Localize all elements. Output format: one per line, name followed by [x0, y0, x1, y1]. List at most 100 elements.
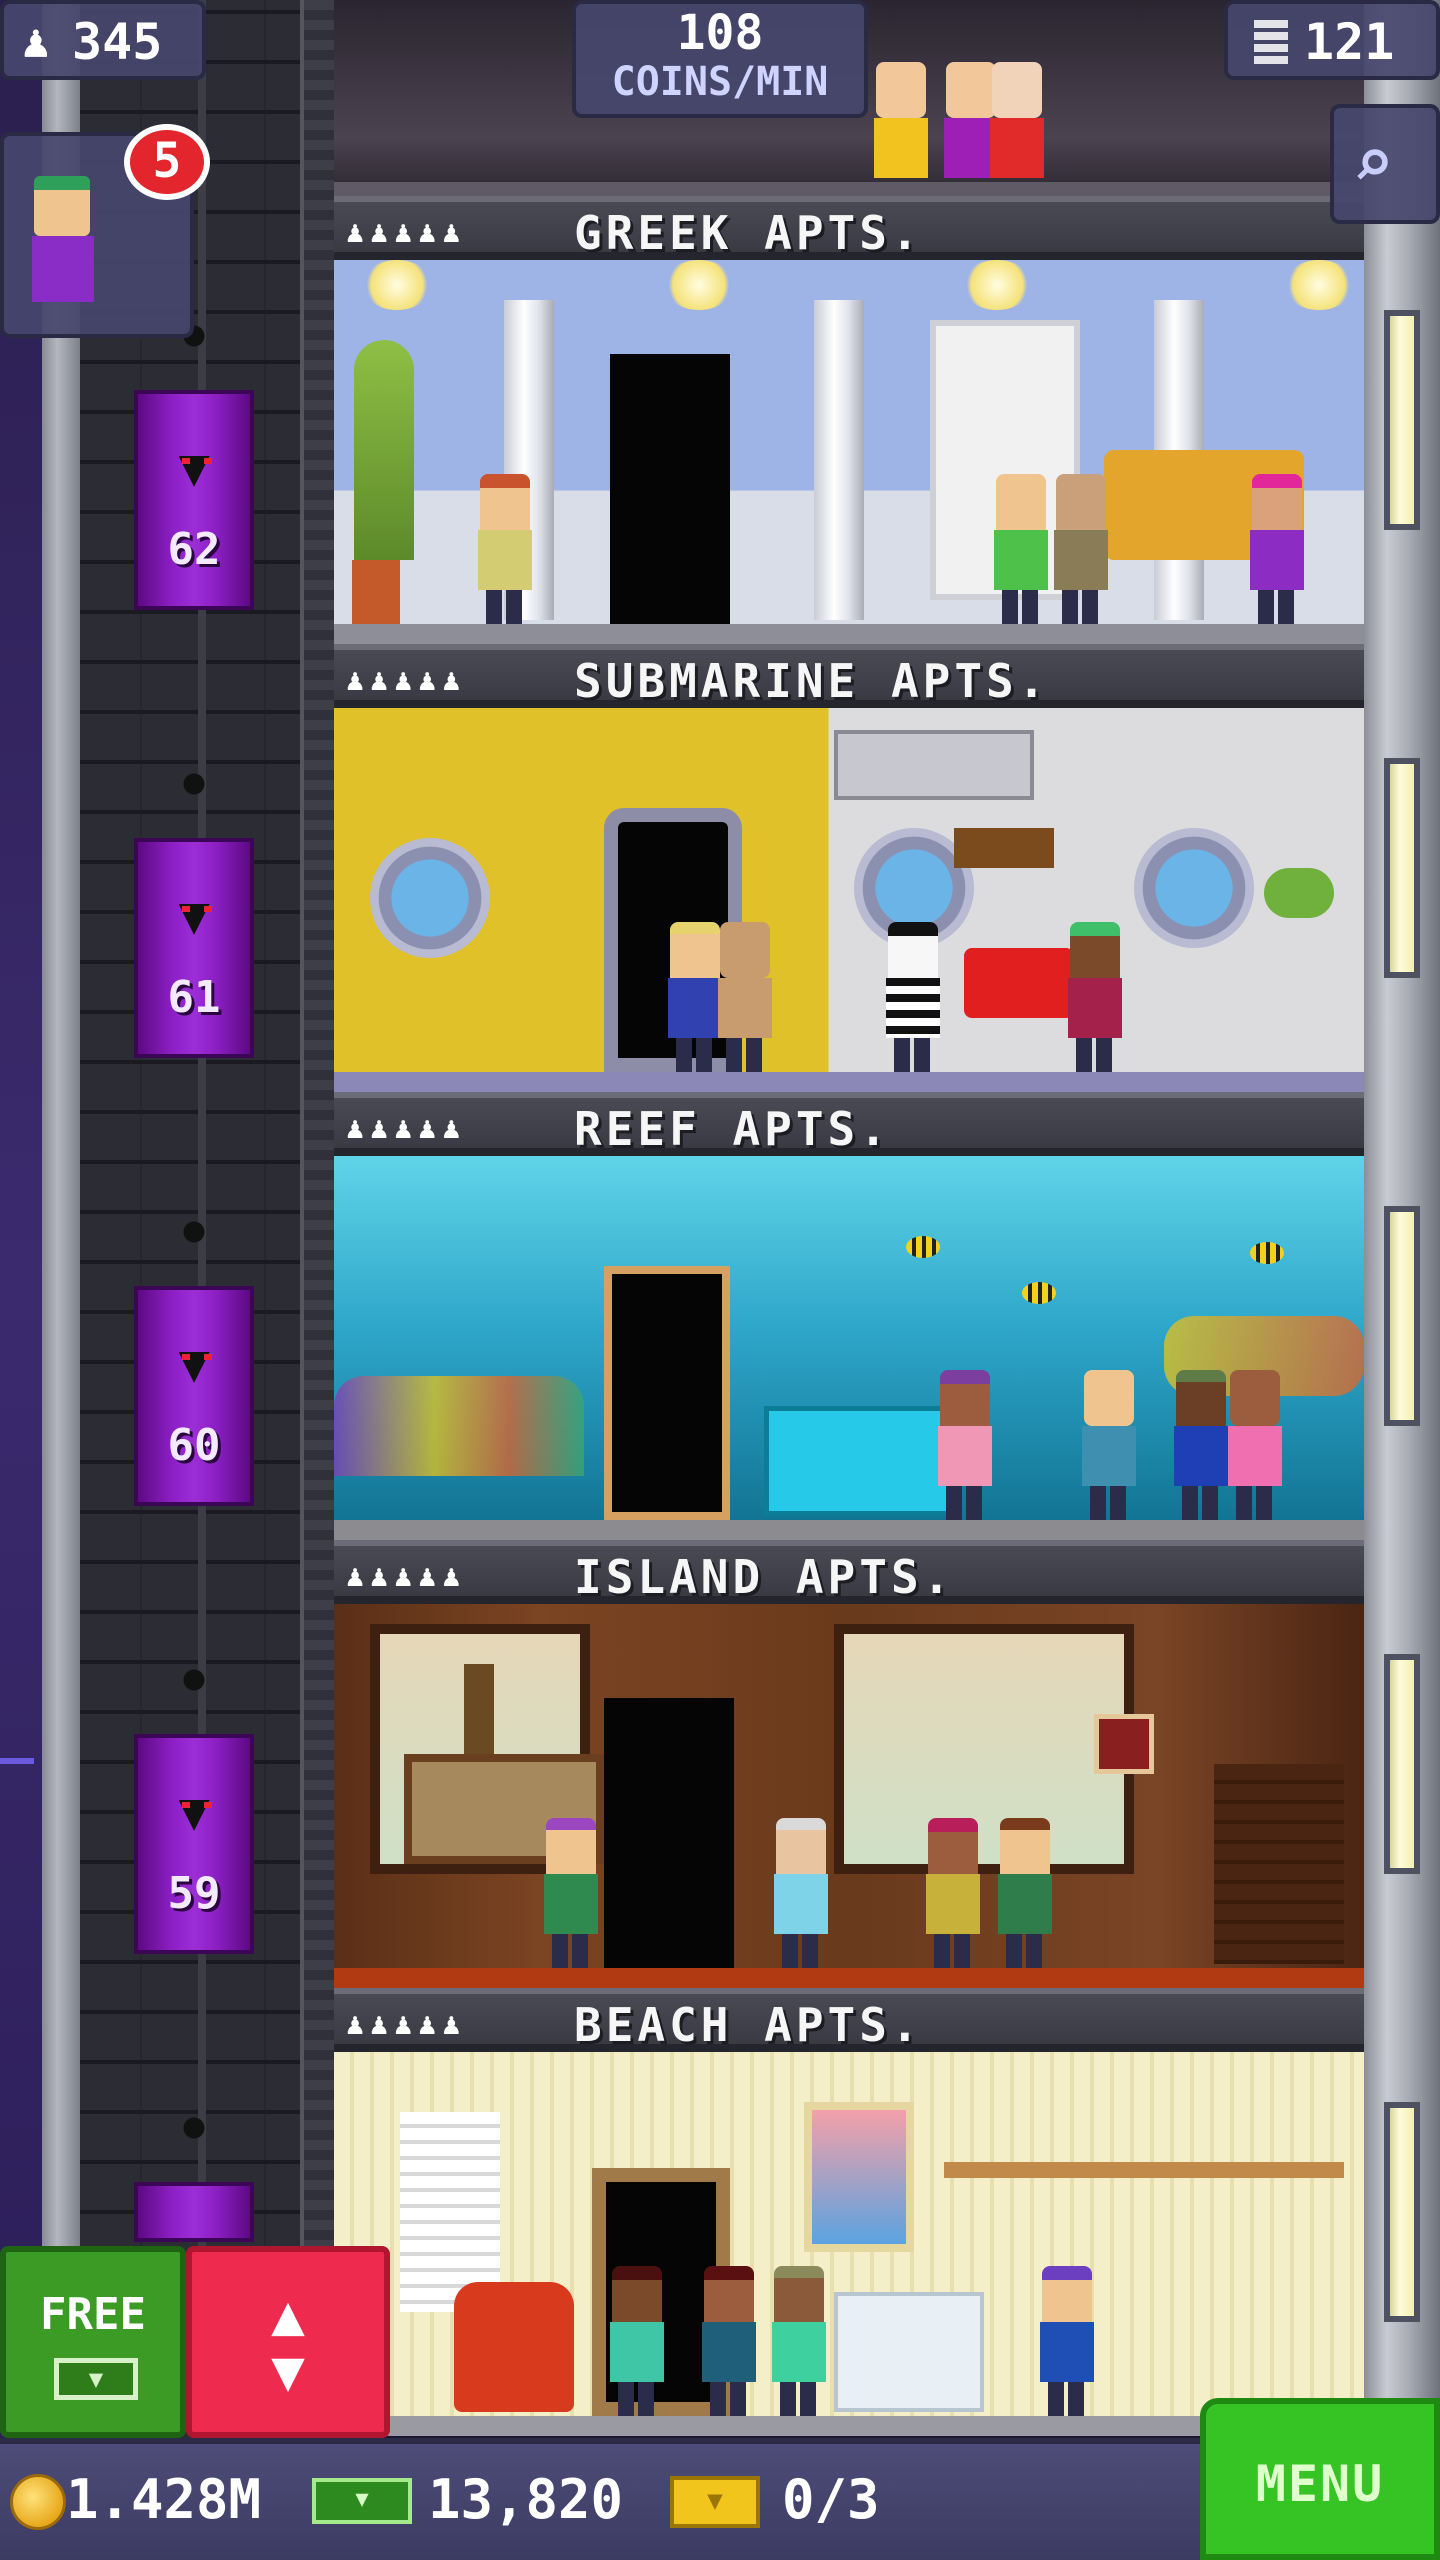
- wall-shelf: [954, 828, 1054, 868]
- shaft-lamp-icon: [178, 1216, 210, 1256]
- resident-head: [992, 62, 1042, 118]
- resident[interactable]: [994, 1818, 1054, 1968]
- resident[interactable]: [1078, 1370, 1138, 1520]
- star-rating-icon: ♟♟♟♟♟: [346, 2007, 467, 2042]
- resident-legs: [894, 1038, 930, 1072]
- resident-body: [1250, 530, 1304, 590]
- room-reef[interactable]: [334, 1156, 1364, 1540]
- elevator-car-61[interactable]: ▼ 61: [134, 838, 254, 1058]
- resident[interactable]: [540, 1818, 600, 1968]
- resident[interactable]: [606, 2266, 666, 2416]
- population-counter[interactable]: ♟ 345: [0, 0, 206, 80]
- resident-body: [774, 1874, 828, 1934]
- resident-legs: [934, 1934, 970, 1968]
- floor-header: ♟♟♟♟♟ SUBMARINE APTS.: [334, 644, 1364, 708]
- ceiling-light-icon: [962, 260, 1032, 310]
- resident[interactable]: [1224, 1370, 1284, 1520]
- floor-greek[interactable]: ♟♟♟♟♟ GREEK APTS.: [334, 196, 1364, 644]
- resident[interactable]: [990, 474, 1050, 624]
- resident[interactable]: [986, 62, 1046, 182]
- resident[interactable]: [1064, 922, 1124, 1072]
- resident[interactable]: [770, 1818, 830, 1968]
- coins-per-min-panel[interactable]: 108 COINS/MIN: [572, 0, 868, 118]
- resident-legs: [1236, 1486, 1272, 1520]
- ceiling-light-icon: [362, 260, 432, 310]
- bux-bill-icon: ▼: [54, 2358, 138, 2400]
- elevator-car-62[interactable]: ▼ 62: [134, 390, 254, 610]
- floor-counter[interactable]: 121: [1224, 0, 1440, 80]
- floor-name: ISLAND APTS.: [574, 1550, 955, 1604]
- mime-resident[interactable]: [882, 922, 942, 1072]
- resident[interactable]: [870, 62, 930, 182]
- apartment-door[interactable]: [610, 354, 730, 624]
- elevator-floor-number: 61: [167, 972, 221, 1023]
- floor-reef[interactable]: ♟♟♟♟♟ REEF APTS.: [334, 1092, 1364, 1540]
- ceiling-light-icon: [664, 260, 734, 310]
- resident-head: [720, 922, 770, 978]
- elevator-car-60[interactable]: ▼ 60: [134, 1286, 254, 1506]
- room-submarine[interactable]: [334, 708, 1364, 1092]
- sky-marker: [0, 1758, 34, 1764]
- resident-legs: [1090, 1486, 1126, 1520]
- floor-name: REEF APTS.: [574, 1102, 891, 1156]
- apartment-door[interactable]: [604, 1698, 734, 1968]
- elevator-cable: [198, 0, 206, 2560]
- bux-value: 13,820: [428, 2468, 624, 2531]
- elevator-button[interactable]: ▲ ▼: [186, 2246, 390, 2438]
- ceiling-light-icon: [1284, 260, 1354, 310]
- room-greek[interactable]: [334, 260, 1364, 644]
- resident-body: [544, 1874, 598, 1934]
- resident-legs: [782, 1934, 818, 1968]
- room-beach[interactable]: [334, 2052, 1364, 2436]
- bat-icon: ▼: [178, 1782, 210, 1842]
- resident[interactable]: [1246, 474, 1306, 624]
- floor-header: ♟♟♟♟♟ GREEK APTS.: [334, 196, 1364, 260]
- star-rating-icon: ♟♟♟♟♟: [346, 663, 467, 698]
- resident[interactable]: [474, 474, 534, 624]
- resident-head: [1084, 1370, 1134, 1426]
- room-island[interactable]: [334, 1604, 1364, 1988]
- resident-legs: [676, 1038, 712, 1072]
- search-button[interactable]: ⌕: [1330, 104, 1440, 224]
- resident[interactable]: [1036, 2266, 1096, 2416]
- free-bux-button[interactable]: FREE ▼: [0, 2246, 186, 2438]
- resident-legs: [1182, 1486, 1218, 1520]
- reef-counter: [764, 1406, 954, 1516]
- resident[interactable]: [934, 1370, 994, 1520]
- resident-body: [702, 2322, 756, 2382]
- bux-bill-icon[interactable]: ▼: [312, 2478, 412, 2524]
- floor-name: SUBMARINE APTS.: [574, 654, 1050, 708]
- floor-submarine[interactable]: ♟♟♟♟♟ SUBMARINE APTS.: [334, 644, 1364, 1092]
- resident[interactable]: [714, 922, 774, 1072]
- resident-legs: [780, 2382, 816, 2416]
- resident[interactable]: [1170, 1370, 1230, 1520]
- resident[interactable]: [922, 1818, 982, 1968]
- resident-body: [478, 530, 532, 590]
- floor-beach[interactable]: ♟♟♟♟♟ BEACH APTS.: [334, 1988, 1364, 2436]
- resident-body: [990, 118, 1044, 178]
- elevator-car-59[interactable]: ▼ 59: [134, 1734, 254, 1954]
- floor-island[interactable]: ♟♟♟♟♟ ISLAND APTS.: [334, 1540, 1364, 1988]
- resident-legs: [1006, 1934, 1042, 1968]
- resident-body: [926, 1874, 980, 1934]
- floor-name: GREEK APTS.: [574, 206, 923, 260]
- wardrobe-icon: [1214, 1764, 1344, 1964]
- menu-button[interactable]: MENU: [1200, 2398, 1440, 2560]
- floor-header: ♟♟♟♟♟ ISLAND APTS.: [334, 1540, 1364, 1604]
- shaft-lamp-icon: [178, 768, 210, 808]
- elevator-car-58[interactable]: [134, 2182, 254, 2242]
- resident-body: [772, 2322, 826, 2382]
- apartment-door[interactable]: [604, 1266, 730, 1520]
- resident-body: [610, 2322, 664, 2382]
- resident[interactable]: [698, 2266, 758, 2416]
- porthole-icon: [1134, 828, 1254, 948]
- porthole-icon: [370, 838, 490, 958]
- free-button-label: FREE: [40, 2289, 146, 2340]
- visitor-count-badge: 5: [124, 124, 210, 200]
- elevator-floor-number: 59: [167, 1868, 221, 1919]
- exterior-window: [1384, 1206, 1420, 1426]
- golden-ticket-icon[interactable]: ▼: [670, 2476, 760, 2528]
- resident-body: [874, 118, 928, 178]
- resident[interactable]: [768, 2266, 828, 2416]
- resident[interactable]: [1050, 474, 1110, 624]
